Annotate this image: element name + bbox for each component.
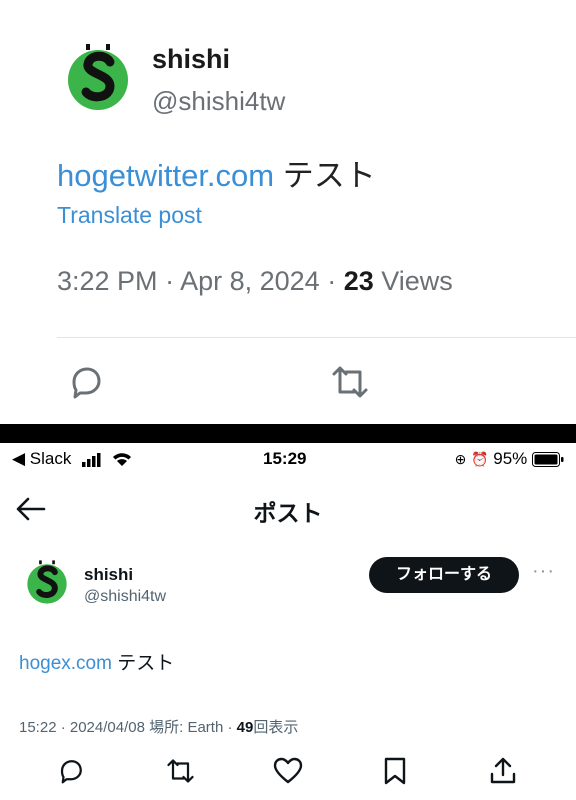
like-icon[interactable]: [273, 756, 303, 786]
user-handle[interactable]: @shishi4tw: [152, 86, 285, 117]
top-post-panel: shishi @shishi4tw hogetwitter.com テスト Tr…: [0, 0, 576, 424]
post-time[interactable]: 3:22 PM: [57, 266, 158, 296]
post-text: hogex.com テスト: [19, 648, 174, 675]
wifi-icon: [112, 453, 131, 467]
views-label: Views: [381, 266, 453, 296]
retweet-icon[interactable]: [328, 362, 368, 402]
post-link[interactable]: hogetwitter.com: [57, 158, 274, 193]
avatar-logo-icon: [68, 44, 128, 110]
screen-rotation-icon: ⊕: [454, 451, 467, 467]
avatar[interactable]: [66, 42, 130, 112]
alarm-icon: ⏰: [471, 451, 489, 467]
post-body: テスト: [282, 158, 376, 193]
follow-button[interactable]: フォローする: [369, 557, 519, 593]
retweet-icon[interactable]: [164, 756, 194, 786]
post-link[interactable]: hogex.com: [19, 653, 112, 674]
avatar-logo-icon: [27, 560, 67, 604]
post-body: テスト: [117, 653, 175, 674]
post-location: 場所: Earth: [149, 719, 224, 736]
battery-percent: 95%: [493, 449, 528, 468]
divider: [57, 337, 576, 338]
display-name[interactable]: shishi: [152, 44, 230, 75]
status-time: 15:29: [263, 449, 307, 468]
display-name[interactable]: shishi: [84, 565, 133, 585]
bookmark-icon[interactable]: [382, 756, 412, 786]
status-right: ⊕ ⏰ 95%: [455, 449, 564, 469]
post-date[interactable]: Apr 8, 2024: [180, 266, 320, 296]
post-meta: 15:22 · 2024/04/08 場所: Earth · 49回表示: [19, 719, 299, 736]
translate-post-link[interactable]: Translate post: [57, 202, 202, 229]
signal-icon: [82, 452, 101, 467]
status-bar: ◀ Slack 15:29 ⊕ ⏰ 95%: [0, 446, 576, 474]
post-meta: 3:22 PM · Apr 8, 2024 · 23 Views: [57, 266, 453, 296]
views-label: 回表示: [253, 719, 299, 736]
more-options-button[interactable]: ···: [532, 560, 555, 583]
avatar[interactable]: [26, 558, 68, 606]
page-title: ポスト: [253, 500, 323, 526]
back-to-app[interactable]: ◀ Slack: [12, 449, 71, 468]
reply-icon[interactable]: [66, 362, 106, 402]
view-count: 23: [343, 266, 374, 296]
post-text: hogetwitter.com テスト: [57, 150, 376, 195]
user-handle[interactable]: @shishi4tw: [84, 588, 166, 606]
view-count: 49: [236, 719, 254, 736]
status-left: ◀ Slack: [12, 449, 132, 469]
reply-icon[interactable]: [56, 756, 86, 786]
share-icon[interactable]: [488, 756, 518, 786]
post-datetime[interactable]: 15:22 · 2024/04/08: [19, 719, 145, 736]
screenshot-separator: [0, 424, 576, 443]
battery-icon: [532, 452, 564, 468]
